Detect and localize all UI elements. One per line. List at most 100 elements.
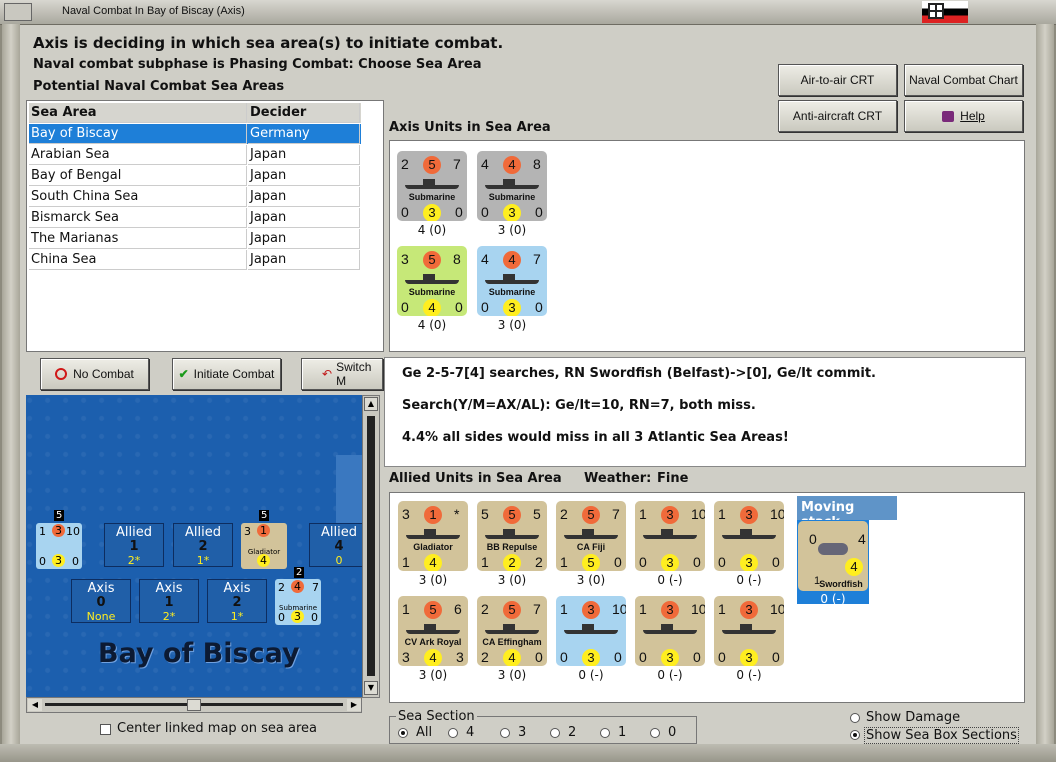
- col-header-sea-area[interactable]: Sea Area: [29, 103, 247, 123]
- sea-section-option: All: [416, 725, 433, 740]
- map-horizontal-scrollbar[interactable]: ◀ ▶: [26, 697, 362, 713]
- map-view[interactable]: Bay of Biscay Allied 1 2* Allied 2 1* Allied 4 0…: [26, 395, 362, 698]
- allied-box[interactable]: Allied 1 2*: [104, 523, 164, 567]
- unit-counter[interactable]: 1 3 10 0 3 0: [635, 501, 705, 571]
- switch-map-button[interactable]: ↶ Switch M: [301, 358, 383, 390]
- allied-box[interactable]: Allied 4 0: [309, 523, 362, 567]
- unit-counter[interactable]: 1 3 10 0 3 0: [635, 596, 705, 666]
- counter-attack: 4: [481, 251, 489, 267]
- counter-value: 0: [693, 649, 701, 665]
- scroll-track[interactable]: [367, 416, 375, 676]
- counter-value: 0: [72, 555, 79, 568]
- counter-attack: 2: [481, 601, 489, 617]
- unit-counter[interactable]: 1 3 10 0 3 0: [714, 501, 784, 571]
- table-row[interactable]: Bay of Bengal Japan: [29, 166, 361, 186]
- allied-box[interactable]: Allied 2 1*: [173, 523, 233, 567]
- counter-value: 0: [718, 554, 726, 570]
- sea-section-radio[interactable]: [398, 728, 408, 738]
- unit-counter[interactable]: 3 1 * Gladiator 1 4: [398, 501, 468, 571]
- axis-box[interactable]: Axis 1 2*: [139, 579, 199, 623]
- unit-counter[interactable]: 2 5 7 Submarine 0 3 0: [397, 151, 467, 221]
- show-damage-radio[interactable]: [850, 713, 860, 723]
- scroll-right-icon[interactable]: ▶: [347, 699, 361, 711]
- counter-type: CV Ark Royal: [404, 637, 462, 647]
- table-row[interactable]: China Sea Japan: [29, 250, 361, 270]
- ship-icon: [406, 529, 460, 539]
- counter-defense: 3: [740, 506, 758, 524]
- subphase-text: Naval combat subphase is Phasing Combat:…: [33, 57, 482, 72]
- scroll-down-icon[interactable]: ▼: [364, 681, 378, 695]
- cell-decider: Japan: [248, 229, 360, 249]
- counter-value: 0: [455, 299, 463, 315]
- sea-section-radio[interactable]: [448, 728, 458, 738]
- system-menu-button[interactable]: [4, 3, 32, 21]
- stack-count: 2: [294, 567, 305, 578]
- no-combat-button[interactable]: No Combat: [40, 358, 149, 390]
- box-sub: 2*: [127, 554, 141, 567]
- unit-counter[interactable]: 5 5 5 BB Repulse 1 2 2: [477, 501, 547, 571]
- scroll-thumb[interactable]: [187, 699, 201, 711]
- map-ship-counter[interactable]: 1 3 10 0 3 0: [36, 523, 82, 569]
- table-row[interactable]: South China Sea Japan: [29, 187, 361, 207]
- show-damage-label: Show Damage: [866, 710, 961, 725]
- counter-value: 0: [693, 554, 701, 570]
- axis-box[interactable]: Axis 2 1*: [207, 579, 267, 623]
- sea-section-radio[interactable]: [650, 728, 660, 738]
- unit-counter[interactable]: 1 3 10 0 3 0: [556, 596, 626, 666]
- col-header-decider[interactable]: Decider: [248, 103, 360, 123]
- unit-counter[interactable]: 3 5 8 Submarine 0 4 0: [397, 246, 467, 316]
- swordfish-counter[interactable]: 0 4 4 1 Swordfish: [798, 521, 868, 591]
- counter-value: 2: [278, 581, 285, 594]
- box-label: Axis: [155, 581, 183, 596]
- axis-box[interactable]: Axis 0 None: [71, 579, 131, 623]
- counter-defense: 5: [582, 506, 600, 524]
- table-row[interactable]: Bay of Biscay Germany: [29, 124, 361, 144]
- sea-section-option: 4: [466, 725, 475, 740]
- initiate-combat-button[interactable]: ✔ Initiate Combat: [172, 358, 281, 390]
- sea-section-radio[interactable]: [500, 728, 510, 738]
- counter-attack: 3: [401, 251, 409, 267]
- counter-attack: 1: [560, 601, 568, 617]
- box-sub: 2*: [162, 610, 176, 623]
- map-vertical-scrollbar[interactable]: ▲ ▼: [362, 395, 380, 698]
- table-row[interactable]: Bismarck Sea Japan: [29, 208, 361, 228]
- unit-counter[interactable]: 2 5 7 CA Effingham 2 4 0: [477, 596, 547, 666]
- counter-strength: 4 (0): [417, 223, 447, 237]
- counter-move: 8: [533, 156, 541, 172]
- counter-strength: 3 (0): [497, 318, 527, 332]
- help-button[interactable]: Help: [904, 100, 1023, 132]
- counter-value: 0: [278, 611, 285, 624]
- table-row[interactable]: The Marianas Japan: [29, 229, 361, 249]
- scroll-up-icon[interactable]: ▲: [364, 397, 378, 411]
- counter-value: 0: [614, 649, 622, 665]
- counter-value: 1: [560, 554, 568, 570]
- map-submarine-counter[interactable]: 2 4 7 Submarine 0 3 0: [275, 579, 321, 625]
- unit-counter[interactable]: 1 3 10 0 3 0: [714, 596, 784, 666]
- sea-section-radio[interactable]: [600, 728, 610, 738]
- no-entry-icon: [55, 368, 68, 380]
- air-to-air-crt-button[interactable]: Air-to-air CRT: [778, 64, 897, 96]
- table-row[interactable]: Arabian Sea Japan: [29, 145, 361, 165]
- map-gladiator-counter[interactable]: 3 1 Gladiator 4: [241, 523, 287, 569]
- center-map-checkbox[interactable]: [100, 724, 111, 735]
- unit-counter[interactable]: 1 5 6 CV Ark Royal 3 4 3: [398, 596, 468, 666]
- sea-section-option: 1: [618, 725, 627, 740]
- stack-count: 5: [54, 510, 65, 521]
- sea-section-radio[interactable]: [550, 728, 560, 738]
- scroll-left-icon[interactable]: ◀: [28, 699, 42, 711]
- box-number: 1: [129, 539, 139, 554]
- counter-value: 0: [809, 531, 817, 547]
- ship-icon: [485, 179, 539, 189]
- naval-combat-chart-button[interactable]: Naval Combat Chart: [904, 64, 1023, 96]
- unit-counter[interactable]: 4 4 8 Submarine 0 3 0: [477, 151, 547, 221]
- anti-aircraft-crt-button[interactable]: Anti-aircraft CRT: [778, 100, 897, 132]
- cell-sea-area: The Marianas: [29, 229, 247, 249]
- no-combat-label: No Combat: [73, 367, 134, 381]
- counter-strength: 3 (0): [497, 668, 527, 682]
- show-sections-radio[interactable]: [850, 730, 860, 740]
- unit-counter[interactable]: 4 4 7 Submarine 0 3 0: [477, 246, 547, 316]
- counter-value: 4: [423, 299, 441, 316]
- counter-defense: 5: [424, 601, 442, 619]
- unit-counter[interactable]: 2 5 7 CA Fiji 1 5 0: [556, 501, 626, 571]
- ship-icon: [564, 624, 618, 634]
